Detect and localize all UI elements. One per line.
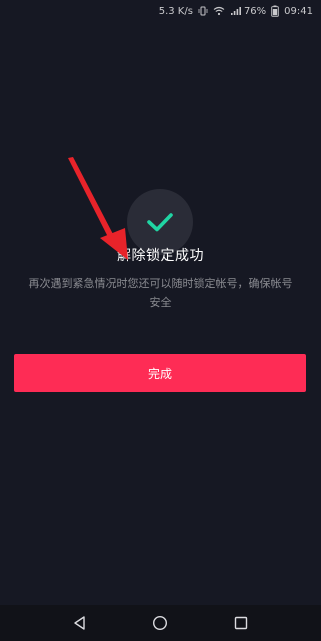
signal-icon xyxy=(230,6,242,16)
description-text: 再次遇到紧急情况时您还可以随时锁定帐号，确保帐号安全 xyxy=(28,277,293,309)
battery-percentage: 76% xyxy=(243,5,267,17)
done-button[interactable]: 完成 xyxy=(14,354,306,392)
status-bar: 5.3 K/s 76% 09:41 xyxy=(0,0,321,22)
back-icon xyxy=(74,616,85,630)
home-icon xyxy=(153,615,168,631)
page-title: 解除锁定成功 xyxy=(117,248,204,264)
recents-button[interactable] xyxy=(221,608,261,638)
recents-icon xyxy=(234,616,248,630)
clock-time: 09:41 xyxy=(284,5,313,17)
home-button[interactable] xyxy=(140,608,180,638)
back-button[interactable] xyxy=(60,608,100,638)
wifi-icon xyxy=(213,6,225,16)
network-speed: 5.3 K/s xyxy=(158,5,193,17)
navigation-bar xyxy=(0,605,321,641)
annotation-arrow-shaft xyxy=(68,157,115,241)
check-icon xyxy=(147,213,173,232)
battery-icon xyxy=(271,5,279,17)
annotation-arrow xyxy=(68,157,128,260)
vibrate-icon xyxy=(198,6,208,16)
